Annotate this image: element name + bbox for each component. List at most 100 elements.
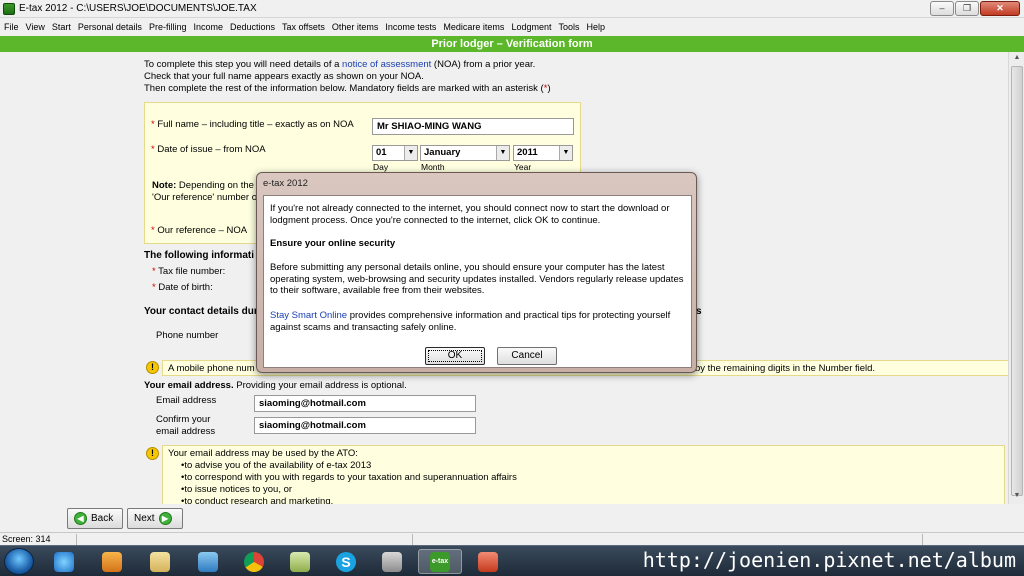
intro-text: (NOA) from a prior year. xyxy=(431,59,536,70)
window-title: E-tax 2012 - C:\USERS\JOE\DOCUMENTS\JOE.… xyxy=(19,3,257,14)
taskbar-folder[interactable] xyxy=(278,549,322,574)
confirm-email-label-1: Confirm your xyxy=(156,414,211,425)
dialog-stay-smart-text: Stay Smart Online provides comprehensive… xyxy=(270,310,690,333)
start-button[interactable] xyxy=(4,548,34,575)
close-button[interactable]: ✕ xyxy=(980,1,1020,16)
our-reference-label: * Our reference – NOA xyxy=(151,225,248,236)
chrome-icon xyxy=(244,551,264,572)
arrow-left-icon: ◀ xyxy=(74,512,87,525)
dialog-body: If you're not already connected to the i… xyxy=(263,195,692,368)
date-of-issue-label: * Date of issue – from NOA xyxy=(151,144,266,155)
day-select[interactable]: 01 ▼ xyxy=(372,145,418,161)
dob-label: * Date of birth: xyxy=(152,282,213,293)
scrollbar-thumb[interactable] xyxy=(1011,66,1023,496)
confirm-email-label-2: email address xyxy=(156,426,216,437)
ato-item: •to issue notices to you, or xyxy=(181,484,293,495)
confirm-email-input[interactable]: siaoming@hotmail.com xyxy=(254,417,476,434)
noa-note: Note: Depending on the xyxy=(152,180,254,191)
cancel-button[interactable]: Cancel xyxy=(497,347,557,365)
menu-tax-offsets[interactable]: Tax offsets xyxy=(282,22,325,32)
skype-icon: S xyxy=(336,551,356,572)
mobile-note-text-end: by the remaining digits in the Number fi… xyxy=(695,363,876,374)
chevron-down-icon: ▼ xyxy=(559,146,572,160)
taskbar-app-4[interactable] xyxy=(186,549,230,574)
noa-link[interactable]: notice of assessment xyxy=(342,59,431,70)
status-bar: Screen: 314 xyxy=(0,532,1024,545)
menu-income-tests[interactable]: Income tests xyxy=(385,22,436,32)
intro-text: ) xyxy=(547,83,551,94)
stay-smart-online-link[interactable]: Stay Smart Online xyxy=(270,310,347,321)
menu-personal-details[interactable]: Personal details xyxy=(78,22,142,32)
internet-connection-dialog: e-tax 2012 If you're not already connect… xyxy=(256,172,697,373)
intro-text: To complete this step you will need deta… xyxy=(144,59,343,70)
back-button[interactable]: ◀ Back xyxy=(67,508,123,529)
phone-number-label: Phone number xyxy=(156,330,219,341)
menu-bar: File View Start Personal details Pre-fil… xyxy=(0,18,1024,36)
app-icon xyxy=(198,551,218,572)
scroll-up-icon[interactable]: ▲ xyxy=(1012,54,1022,64)
ato-item: •to advise you of the availability of e-… xyxy=(181,460,372,471)
taskbar-skype[interactable]: S xyxy=(324,549,368,574)
menu-help[interactable]: Help xyxy=(586,22,605,32)
warning-icon: ! xyxy=(146,447,159,460)
intro-line-3: Then complete the rest of the informatio… xyxy=(144,83,551,94)
mobile-note-text: A mobile phone num xyxy=(168,363,255,374)
menu-view[interactable]: View xyxy=(26,22,45,32)
intro-text: Then complete the rest of the informatio… xyxy=(144,83,544,94)
status-divider xyxy=(412,534,413,545)
menu-deductions[interactable]: Deductions xyxy=(230,22,275,32)
contact-details-heading: Your contact details dur xyxy=(144,306,258,317)
ato-email-use-note: Your email address may be used by the AT… xyxy=(162,445,1005,504)
menu-medicare-items[interactable]: Medicare items xyxy=(443,22,504,32)
month-select[interactable]: January ▼ xyxy=(420,145,510,161)
dialog-connect-text: If you're not already connected to the i… xyxy=(270,203,670,226)
menu-pre-filling[interactable]: Pre-filling xyxy=(149,22,187,32)
taskbar-ie[interactable] xyxy=(42,549,86,574)
next-label: Next xyxy=(134,513,155,524)
chevron-down-icon: ▼ xyxy=(404,146,417,160)
title-bar: E-tax 2012 - C:\USERS\JOE\DOCUMENTS\JOE.… xyxy=(0,0,1024,18)
warning-icon: ! xyxy=(146,361,159,374)
year-select[interactable]: 2011 ▼ xyxy=(513,145,573,161)
year-caption: Year xyxy=(514,162,532,172)
menu-tools[interactable]: Tools xyxy=(558,22,579,32)
menu-other-items[interactable]: Other items xyxy=(332,22,379,32)
next-button[interactable]: Next ▶ xyxy=(127,508,183,529)
minimize-button[interactable]: – xyxy=(930,1,954,16)
arrow-right-icon: ▶ xyxy=(158,512,172,525)
etax-app-icon xyxy=(3,2,15,15)
watermark: http://joenien.pixnet.net/album xyxy=(642,548,1016,572)
ok-button[interactable]: OK xyxy=(425,347,485,365)
dialog-title: e-tax 2012 xyxy=(263,178,308,189)
menu-start[interactable]: Start xyxy=(52,22,71,32)
menu-file[interactable]: File xyxy=(4,22,19,32)
email-input[interactable]: siaoming@hotmail.com xyxy=(254,395,476,412)
full-name-label: * Full name – including title – exactly … xyxy=(151,119,354,130)
dialog-security-heading: Ensure your online security xyxy=(270,238,396,249)
taskbar-explorer[interactable] xyxy=(138,549,182,574)
taskbar-chrome[interactable] xyxy=(232,549,276,574)
intro-line-2: Check that your full name appears exactl… xyxy=(144,71,424,82)
noa-note-line-2: 'Our reference' number o xyxy=(152,192,258,203)
app-icon xyxy=(382,551,402,572)
chevron-down-icon: ▼ xyxy=(496,146,509,160)
back-label: Back xyxy=(91,513,114,524)
status-divider xyxy=(76,534,77,545)
taskbar-app-8[interactable] xyxy=(370,549,414,574)
page-title: Prior lodger – Verification form xyxy=(0,36,1024,52)
taskbar-app-10[interactable] xyxy=(466,549,510,574)
folder-icon xyxy=(290,551,310,572)
menu-lodgment[interactable]: Lodgment xyxy=(511,22,551,32)
vertical-scrollbar[interactable]: ▲ ▼ xyxy=(1008,52,1024,504)
taskbar-media-player[interactable] xyxy=(90,549,134,574)
ato-intro: Your email address may be used by the AT… xyxy=(168,448,358,459)
scroll-down-icon[interactable]: ▼ xyxy=(1012,492,1022,502)
etax-icon: e-tax xyxy=(430,551,450,572)
screen-number: Screen: 314 xyxy=(2,534,51,544)
menu-income[interactable]: Income xyxy=(193,22,223,32)
internet-explorer-icon xyxy=(54,551,74,572)
maximize-button[interactable]: ❐ xyxy=(955,1,979,16)
month-caption: Month xyxy=(421,162,445,172)
full-name-input[interactable]: Mr SHIAO-MING WANG xyxy=(372,118,574,135)
taskbar-etax[interactable]: e-tax xyxy=(418,549,462,574)
